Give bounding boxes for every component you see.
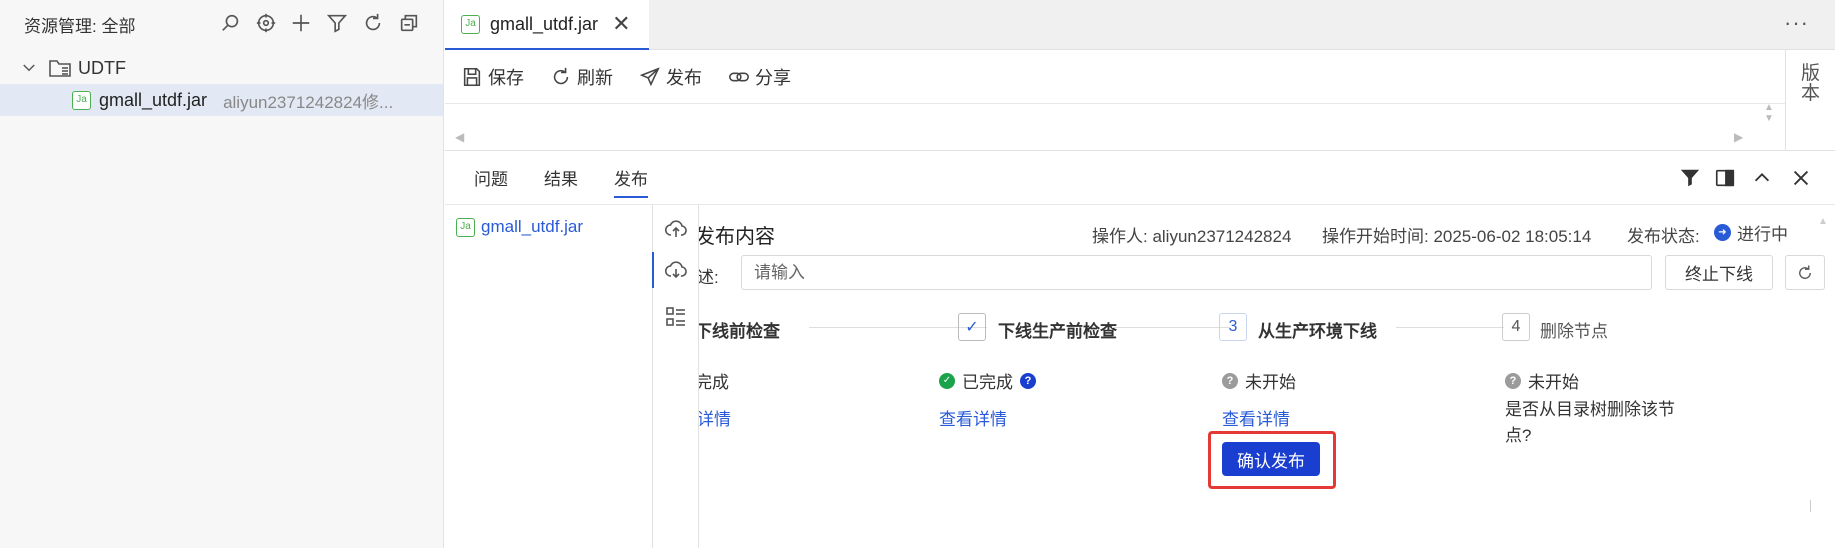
confirm-publish-button[interactable]: 确认发布 <box>1222 442 1320 476</box>
publish-file-list <box>445 205 653 548</box>
delete-node-question: 是否从目录树删除该节点? <box>1505 400 1675 445</box>
scroll-right-arrow-icon[interactable]: ▶ <box>1734 130 1743 144</box>
publish-side-icons <box>653 205 699 548</box>
version-label-2: 本 <box>1800 83 1820 104</box>
step-4-title: 删除节点 <box>1540 322 1608 341</box>
description-input[interactable] <box>741 255 1652 290</box>
pending-icon: ? <box>1505 372 1521 389</box>
explorer-sidebar <box>0 0 444 548</box>
jar-file-icon: Ja <box>456 217 475 237</box>
toggle-sidebar-icon[interactable] <box>1711 164 1739 192</box>
status-badge: ➜ 进行中 <box>1714 220 1788 245</box>
active-indicator <box>652 252 654 288</box>
tab-publish[interactable]: 发布 <box>614 165 648 198</box>
step-2-details-link[interactable]: 查看详情 <box>939 405 1007 430</box>
share-button[interactable]: 分享 <box>728 64 791 90</box>
status-label: 发布状态: <box>1627 227 1700 246</box>
cloud-upload-icon[interactable] <box>664 217 688 241</box>
panel-tabs: 问题 结果 发布 <box>474 165 648 198</box>
chevron-down-icon <box>20 59 38 77</box>
cloud-download-icon[interactable] <box>664 258 688 282</box>
tab-label: gmall_utdf.jar <box>490 13 599 34</box>
description-label: 述: <box>699 268 719 287</box>
tree-folder-label: UDTF <box>78 57 126 78</box>
refresh-icon[interactable] <box>360 10 386 36</box>
publish-file-item[interactable]: Ja gmall_utdf.jar <box>456 217 583 237</box>
step-3-status-label: 未开始 <box>1245 373 1296 392</box>
version-label-1: 版 <box>1800 63 1820 84</box>
refresh-icon <box>550 66 572 88</box>
scroll-up-down-icon[interactable]: ▲ ▼ <box>1764 102 1774 124</box>
step-3-number: 3 <box>1219 313 1247 341</box>
add-icon[interactable] <box>288 10 314 36</box>
collapse-all-icon[interactable] <box>396 10 422 36</box>
chevron-up-icon[interactable] <box>1748 164 1776 192</box>
scroll-left-arrow-icon[interactable]: ◀ <box>455 130 464 144</box>
save-icon <box>461 66 483 88</box>
filter-icon[interactable] <box>324 10 350 36</box>
status-value: 进行中 <box>1737 225 1788 244</box>
version-panel-toggle[interactable]: 版 本 <box>1785 50 1835 150</box>
in-progress-icon: ➜ <box>1714 224 1731 241</box>
publish-button[interactable]: 发布 <box>639 64 702 90</box>
link-icon <box>728 66 750 88</box>
refresh-label: 刷新 <box>577 67 613 88</box>
step-1-details-link[interactable]: 详情 <box>699 405 731 430</box>
step-connector <box>1396 327 1504 328</box>
tab-results[interactable]: 结果 <box>544 165 578 198</box>
refresh-icon[interactable] <box>1785 255 1825 290</box>
scroll-up-icon[interactable]: ▲ <box>1818 216 1828 227</box>
share-label: 分享 <box>755 67 791 88</box>
tab-gmall-utdf[interactable]: Ja gmall_utdf.jar ✕ <box>445 0 649 50</box>
operator-info: 操作人: aliyun2371242824 <box>1092 227 1292 246</box>
folder-icon <box>48 57 72 79</box>
tree-file-label: gmall_utdf.jar <box>99 89 208 110</box>
step-1-status: 完成 <box>699 368 729 393</box>
publish-file-label: gmall_utdf.jar <box>481 217 584 236</box>
start-time-info: 操作开始时间: 2025-06-02 18:05:14 <box>1322 227 1592 246</box>
send-icon <box>639 66 661 88</box>
more-icon[interactable]: ··· <box>1784 10 1809 36</box>
step-1-status-label: 完成 <box>699 373 729 392</box>
stop-offline-button[interactable]: 终止下线 <box>1665 255 1773 290</box>
editor-tab-bar <box>445 0 1835 50</box>
step-2-title: 下线生产前检查 <box>998 322 1117 341</box>
publish-content: 发布内容 操作人: aliyun2371242824 操作开始时间: 2025-… <box>699 205 1835 548</box>
save-label: 保存 <box>488 67 524 88</box>
locate-icon[interactable] <box>253 10 279 36</box>
success-icon: ✓ <box>939 372 955 389</box>
tab-problems[interactable]: 问题 <box>474 165 508 198</box>
filter-icon[interactable] <box>1676 164 1704 192</box>
refresh-button[interactable]: 刷新 <box>550 64 613 90</box>
step-2-status: ✓ 已完成 ? <box>939 368 1036 393</box>
editor-toolbar: 保存 刷新 发布 分享 <box>445 50 1785 104</box>
jar-file-icon: Ja <box>72 90 91 110</box>
list-icon[interactable] <box>664 305 688 329</box>
close-icon[interactable]: ✕ <box>612 11 630 37</box>
step-4-status: ? 未开始 <box>1505 368 1579 393</box>
tree-folder-udtf[interactable]: UDTF <box>20 54 126 82</box>
search-icon[interactable] <box>218 10 244 36</box>
scrollbar-track[interactable] <box>1810 500 1811 512</box>
publish-label: 发布 <box>666 67 702 88</box>
pending-icon: ? <box>1222 372 1238 389</box>
jar-file-icon: Ja <box>461 14 480 34</box>
step-connector <box>1112 327 1230 328</box>
help-icon[interactable]: ? <box>1020 372 1036 389</box>
step-3-status: ? 未开始 <box>1222 368 1296 393</box>
tree-file-meta: aliyun2371242824修... <box>223 92 394 112</box>
step-3-details-link[interactable]: 查看详情 <box>1222 405 1290 430</box>
tree-file-gmall-utdf[interactable]: Ja gmall_utdf.jar aliyun2371242824修... <box>0 84 443 116</box>
close-icon[interactable] <box>1787 164 1815 192</box>
step-4-status-label: 未开始 <box>1528 373 1579 392</box>
step-1-title: 下线前检查 <box>699 322 780 341</box>
save-button[interactable]: 保存 <box>461 64 524 90</box>
step-4-number: 4 <box>1502 313 1530 341</box>
step-3-title: 从生产环境下线 <box>1258 322 1377 341</box>
step-2-status-label: 已完成 <box>962 373 1013 392</box>
publish-content-title: 发布内容 <box>699 226 775 248</box>
explorer-title: 资源管理: 全部 <box>24 17 136 36</box>
step-2-check-icon: ✓ <box>958 313 986 341</box>
